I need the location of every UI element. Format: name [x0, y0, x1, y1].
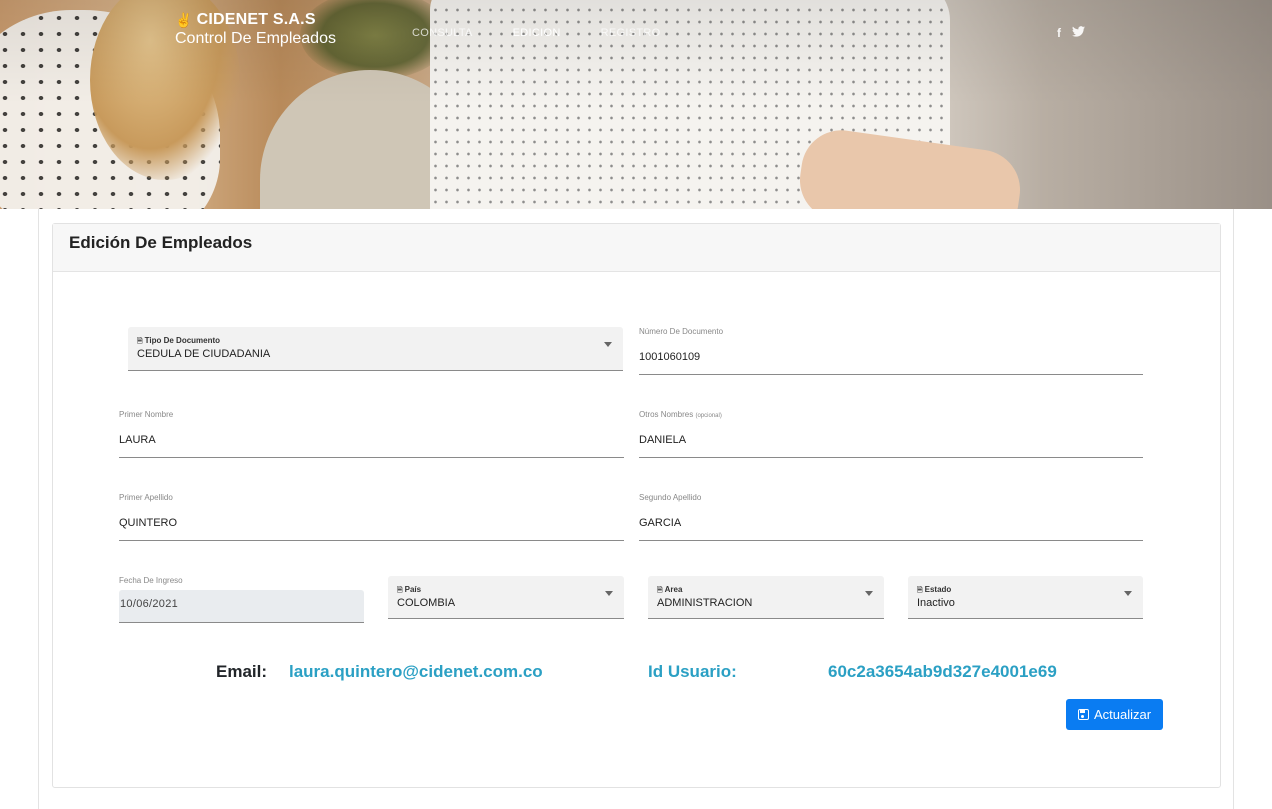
pais-value: COLOMBIA	[397, 597, 456, 609]
chevron-down-icon	[604, 342, 612, 347]
pais-label: País	[404, 585, 422, 594]
hero-banner: ✌ CIDENET S.A.S Control De Empleados CON…	[0, 0, 1272, 209]
update-button-label: Actualizar	[1093, 707, 1152, 722]
otros-nombres-field[interactable]: Otros Nombres (opcional) DANIELA	[639, 410, 1143, 458]
fecha-ingreso-input[interactable]: 10/06/2021	[119, 590, 364, 623]
twitter-icon[interactable]	[1072, 26, 1085, 40]
segundo-apellido-field[interactable]: Segundo Apellido GARCIA	[639, 493, 1143, 541]
facebook-icon[interactable]: f	[1057, 26, 1061, 40]
estado-select[interactable]: 🗎 Estado Inactivo	[908, 576, 1143, 619]
chevron-down-icon	[605, 591, 613, 596]
tipo-documento-select[interactable]: 🗎 Tipo De Documento CEDULA DE CIUDADANIA	[128, 327, 623, 371]
numero-documento-field[interactable]: Número De Documento 1001060109	[639, 327, 1143, 375]
nav-consulta[interactable]: CONSULTA	[412, 27, 473, 39]
brand[interactable]: ✌ CIDENET S.A.S Control De Empleados	[175, 11, 336, 48]
update-button[interactable]: Actualizar	[1066, 699, 1163, 730]
document-icon: 🗎	[137, 338, 143, 345]
chevron-down-icon	[1124, 591, 1132, 596]
estado-label: Estado	[924, 585, 952, 594]
area-value: ADMINISTRACION	[657, 597, 753, 609]
numero-documento-label: Número De Documento	[639, 327, 724, 336]
tipo-documento-label: Tipo De Documento	[144, 336, 221, 345]
primer-apellido-label: Primer Apellido	[119, 493, 173, 502]
tipo-documento-value: CEDULA DE CIUDADANIA	[137, 348, 271, 360]
chevron-down-icon	[865, 591, 873, 596]
primer-nombre-value: LAURA	[119, 434, 156, 446]
page-title: Edición De Empleados	[69, 233, 253, 252]
primer-nombre-label: Primer Nombre	[119, 410, 174, 419]
primer-apellido-field[interactable]: Primer Apellido QUINTERO	[119, 493, 624, 541]
document-icon: 🗎	[397, 587, 403, 594]
area-label: Area	[664, 585, 683, 594]
otros-nombres-hint: (opcional)	[695, 413, 722, 419]
save-icon	[1077, 709, 1089, 720]
nav-edicion[interactable]: EDICION	[513, 27, 561, 39]
email-value: laura.quintero@cidenet.com.co	[289, 662, 543, 681]
fecha-ingreso-label: Fecha De Ingreso	[119, 576, 183, 585]
otros-nombres-label: Otros Nombres	[639, 410, 694, 419]
primer-nombre-field[interactable]: Primer Nombre LAURA	[119, 410, 624, 458]
id-usuario-label: Id Usuario:	[648, 662, 737, 681]
document-icon: 🗎	[917, 587, 923, 594]
primer-apellido-value: QUINTERO	[119, 517, 178, 529]
estado-value: Inactivo	[917, 597, 955, 609]
email-label: Email:	[216, 662, 268, 681]
id-usuario-value: 60c2a3654ab9d327e4001e69	[828, 662, 1057, 681]
brand-name: CIDENET S.A.S	[196, 11, 316, 28]
segundo-apellido-value: GARCIA	[639, 517, 682, 529]
otros-nombres-value: DANIELA	[639, 434, 687, 446]
document-icon: 🗎	[657, 587, 663, 594]
segundo-apellido-label: Segundo Apellido	[639, 493, 702, 502]
area-select[interactable]: 🗎 Area ADMINISTRACION	[648, 576, 884, 619]
card-header: Edición De Empleados	[53, 224, 1220, 272]
pais-select[interactable]: 🗎 País COLOMBIA	[388, 576, 624, 619]
brand-subtitle: Control De Empleados	[175, 30, 336, 47]
hand-peace-icon: ✌	[175, 11, 193, 28]
fecha-ingreso-value: 10/06/2021	[120, 598, 179, 610]
nav-registro[interactable]: REGISTRO	[601, 27, 661, 39]
social-links: f	[1057, 26, 1085, 40]
top-nav: CONSULTA EDICION REGISTRO	[412, 27, 700, 39]
numero-documento-value: 1001060109	[639, 351, 701, 363]
